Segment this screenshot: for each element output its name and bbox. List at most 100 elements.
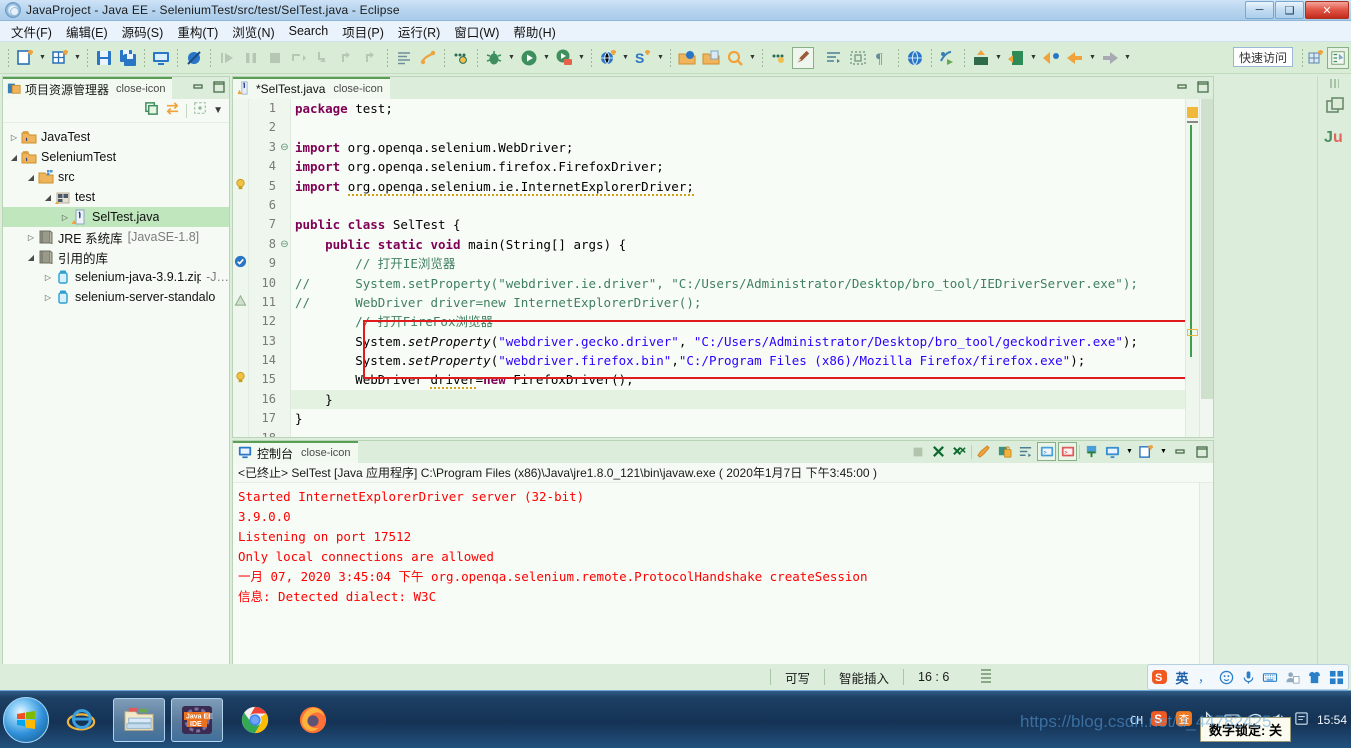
maximize-button[interactable]: ❑ xyxy=(1275,1,1304,19)
debug-dropdown-arrow[interactable] xyxy=(506,47,517,69)
menu-project[interactable]: 项目(P) xyxy=(335,20,391,43)
java-ee-perspective-button[interactable] xyxy=(1327,47,1349,69)
menu-file[interactable]: 文件(F) xyxy=(4,20,59,43)
sogou-alt-icon[interactable]: 查 xyxy=(1175,710,1193,730)
search-server-icon[interactable]: S xyxy=(632,47,654,69)
focus-icon[interactable] xyxy=(193,101,207,120)
open-console-dropdown-arrow[interactable]: ▼ xyxy=(1158,442,1169,461)
code-line[interactable]: System.setProperty("webdriver.firefox.bi… xyxy=(291,351,1185,370)
remove-all-launches-icon[interactable] xyxy=(950,442,969,461)
forward-dropdown-arrow[interactable] xyxy=(1122,47,1133,69)
voice-input-icon[interactable] xyxy=(1240,669,1256,685)
code-line[interactable]: // WebDriver driver=new InternetExplorer… xyxy=(291,293,1185,312)
tree-item-jre[interactable]: ▷ JRE 系统库 [JavaSE-1.8] xyxy=(3,227,229,247)
tree-item-seleniumserverstandalo[interactable]: ▷ selenium-server-standalo xyxy=(3,287,229,307)
menu-source[interactable]: 源码(S) xyxy=(115,20,171,43)
tab-console[interactable]: 控制台 close-icon xyxy=(233,441,358,463)
action-center-icon[interactable] xyxy=(1294,711,1309,729)
tree-item-[interactable]: ◢ 引用的库 xyxy=(3,247,229,267)
new-grid-icon[interactable] xyxy=(49,47,71,69)
quick-access-input[interactable]: 快速访问 xyxy=(1233,47,1293,67)
taskbar-clock[interactable]: 15:54 xyxy=(1317,713,1347,727)
minimize-icon[interactable] xyxy=(1176,80,1190,94)
menu-window[interactable]: 窗口(W) xyxy=(447,20,506,43)
console-vertical-scrollbar[interactable] xyxy=(1199,483,1213,677)
taskbar-item-chrome[interactable] xyxy=(229,698,281,742)
editor-marker-bulb[interactable] xyxy=(233,177,248,196)
sogou-tray-icon[interactable]: S xyxy=(1150,710,1168,730)
open-perspective-button[interactable] xyxy=(1305,47,1327,69)
sogou-logo-icon[interactable]: S xyxy=(1152,669,1168,685)
taskbar-item-firefox[interactable] xyxy=(287,698,339,742)
code-line[interactable]: // 打开IE浏览器 xyxy=(291,254,1185,273)
pin-console-icon[interactable] xyxy=(1082,442,1101,461)
new-web-icon[interactable] xyxy=(597,47,619,69)
code-line[interactable]: public class SelTest { xyxy=(291,215,1185,234)
run-icon[interactable] xyxy=(518,47,540,69)
new-wizard-dropdown-arrow[interactable] xyxy=(37,47,48,69)
minimize-icon[interactable] xyxy=(192,80,206,94)
tree-item-seltest.java[interactable]: ▷ SelTest.java xyxy=(3,207,229,227)
fold-toggle-icon[interactable]: ⊖ xyxy=(279,138,290,157)
display-selected-console-icon[interactable] xyxy=(1103,442,1122,461)
restore-view-icon[interactable] xyxy=(1323,94,1347,118)
code-line[interactable]: // System.setProperty("webdriver.ie.driv… xyxy=(291,274,1185,293)
overview-warning-marker-2[interactable] xyxy=(1187,329,1198,336)
back-dropdown-arrow[interactable] xyxy=(1087,47,1098,69)
minimize-icon[interactable] xyxy=(1171,442,1190,461)
collapse-all-icon[interactable] xyxy=(144,101,159,121)
code-line[interactable]: package test; xyxy=(291,99,1185,118)
twisty-expanded-icon[interactable]: ◢ xyxy=(24,173,38,182)
soft-keyboard-icon[interactable] xyxy=(1262,669,1278,685)
junit-view-icon[interactable]: Ju xyxy=(1323,124,1347,148)
code-line[interactable]: public static void main(String[] args) { xyxy=(291,235,1185,254)
close-icon[interactable]: close-icon xyxy=(301,447,351,459)
minimize-button[interactable]: ─ xyxy=(1245,1,1274,19)
chinese-english-icon[interactable]: 英 xyxy=(1174,669,1190,686)
taskbar-item-explorer[interactable] xyxy=(113,697,165,742)
emoji-icon[interactable] xyxy=(1218,669,1234,685)
export-icon[interactable] xyxy=(970,47,992,69)
code-line[interactable]: System.setProperty("webdriver.gecko.driv… xyxy=(291,332,1185,351)
menu-navigate[interactable]: 浏览(N) xyxy=(225,20,281,43)
code-line[interactable] xyxy=(291,118,1185,137)
remove-launch-icon[interactable] xyxy=(929,442,948,461)
code-line[interactable]: import org.openqa.selenium.WebDriver; xyxy=(291,138,1185,157)
console-output[interactable]: Started InternetExplorerDriver server (3… xyxy=(233,483,1199,677)
taskbar-item-eclipse[interactable]: Java EE IDE xyxy=(171,697,223,742)
whitespace-icon[interactable]: ¶ xyxy=(871,47,893,69)
show-console-stderr-icon[interactable]: >_ xyxy=(1058,442,1077,461)
code-line[interactable]: } xyxy=(291,409,1185,428)
tree-item-javatest[interactable]: ▷ JavaTest xyxy=(3,127,229,147)
clear-console-icon[interactable] xyxy=(974,442,993,461)
editor-vertical-scrollbar[interactable] xyxy=(1199,99,1213,437)
code-line[interactable]: // 打开FireFox浏览器 xyxy=(291,312,1185,331)
code-line[interactable]: import org.openqa.selenium.firefox.Firef… xyxy=(291,157,1185,176)
twisty-expanded-icon[interactable]: ◢ xyxy=(41,193,55,202)
new-web-dropdown-arrow[interactable] xyxy=(620,47,631,69)
maximize-icon[interactable] xyxy=(1196,80,1210,94)
tray-language-indicator[interactable]: CH xyxy=(1130,714,1143,727)
search-icon[interactable] xyxy=(724,47,746,69)
code-line[interactable] xyxy=(291,429,1185,437)
editor-marker-column[interactable] xyxy=(233,99,249,437)
open-task-browse-icon[interactable] xyxy=(700,47,722,69)
link-task-icon[interactable] xyxy=(417,47,439,69)
menu-run[interactable]: 运行(R) xyxy=(391,20,447,43)
code-line[interactable] xyxy=(291,196,1185,215)
back-history-icon[interactable] xyxy=(1064,47,1086,69)
status-drag-handle[interactable] xyxy=(981,669,992,685)
tab-package-explorer[interactable]: 项目资源管理器 close-icon xyxy=(3,77,172,99)
maximize-icon[interactable] xyxy=(212,80,226,94)
skip-breakpoints-icon[interactable] xyxy=(183,47,205,69)
twisty-expanded-icon[interactable]: ◢ xyxy=(24,253,38,262)
export-dropdown-arrow[interactable] xyxy=(993,47,1004,69)
import-dropdown-arrow[interactable] xyxy=(1028,47,1039,69)
twisty-collapsed-icon[interactable]: ▷ xyxy=(41,293,55,302)
external-tools-icon[interactable] xyxy=(553,47,575,69)
editor-code-area[interactable]: package test; import org.openqa.selenium… xyxy=(291,99,1185,437)
twisty-expanded-icon[interactable]: ◢ xyxy=(7,153,21,162)
toggle-markoccur-icon[interactable] xyxy=(823,47,845,69)
display-selected-dropdown-arrow[interactable]: ▼ xyxy=(1124,442,1135,461)
browser-icon[interactable] xyxy=(904,47,926,69)
